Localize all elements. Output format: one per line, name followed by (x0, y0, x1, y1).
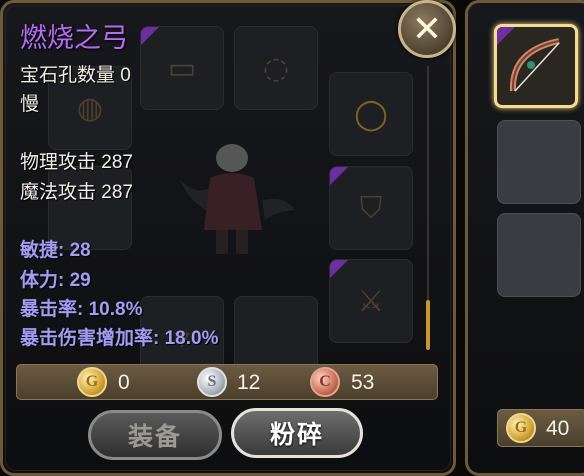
weapon-slot-selected[interactable] (494, 24, 578, 108)
bonus-agility: 敏捷: 28 (20, 240, 91, 261)
player-gold-amount: 40 (546, 417, 570, 440)
silver-amount: 12 (237, 371, 261, 394)
necklace-icon: ◌ (262, 50, 290, 86)
inventory-slot-weapon: ⚔ (329, 259, 413, 343)
inventory-slot-belt: ▭ (140, 26, 224, 110)
bonus-crit-damage: 暴击伤害增加率: 18.0% (20, 328, 219, 349)
gold-coin-icon: G (506, 413, 536, 443)
bow-icon (509, 38, 560, 92)
copper-coin-icon: C (310, 367, 340, 397)
belt-icon: ▭ (167, 50, 197, 86)
physical-attack: 物理攻击 287 (20, 152, 133, 173)
attack-speed: 慢 (20, 94, 40, 115)
weapon-slot-empty[interactable] (497, 120, 581, 204)
player-gold-bar: G 40 (497, 409, 584, 447)
close-button[interactable]: ✕ (398, 0, 456, 58)
axe-icon: ⚔ (357, 283, 385, 319)
smash-button[interactable]: 粉碎 (231, 408, 363, 458)
gold-coin-icon: G (77, 367, 107, 397)
equip-button[interactable]: 装备 (88, 410, 222, 460)
bonus-crit-rate: 暴击率: 10.8% (20, 299, 143, 320)
item-name: 燃烧之弓 (20, 23, 128, 53)
silver-coin-icon: S (197, 367, 227, 397)
inventory-slot-necklace: ◌ (234, 26, 318, 110)
inventory-slot-armor: ⛉ (329, 166, 413, 250)
copper-amount: 53 (351, 371, 375, 394)
sell-price-bar: G 0 S 12 C 53 (16, 364, 438, 400)
scrollbar-thumb[interactable] (426, 300, 430, 350)
bonus-stamina: 体力: 29 (20, 270, 91, 291)
character-figure (180, 144, 295, 254)
close-icon: ✕ (411, 8, 443, 50)
magic-attack: 魔法攻击 287 (20, 182, 133, 203)
armor-icon: ⛉ (359, 190, 383, 226)
gem-slot-count: 宝石孔数量 0 (20, 65, 131, 86)
weapon-slot-empty[interactable] (497, 213, 581, 297)
gold-amount: 0 (118, 371, 130, 394)
inventory-slot-ring: ◯ (329, 72, 413, 156)
ring-icon: ◯ (354, 96, 388, 132)
